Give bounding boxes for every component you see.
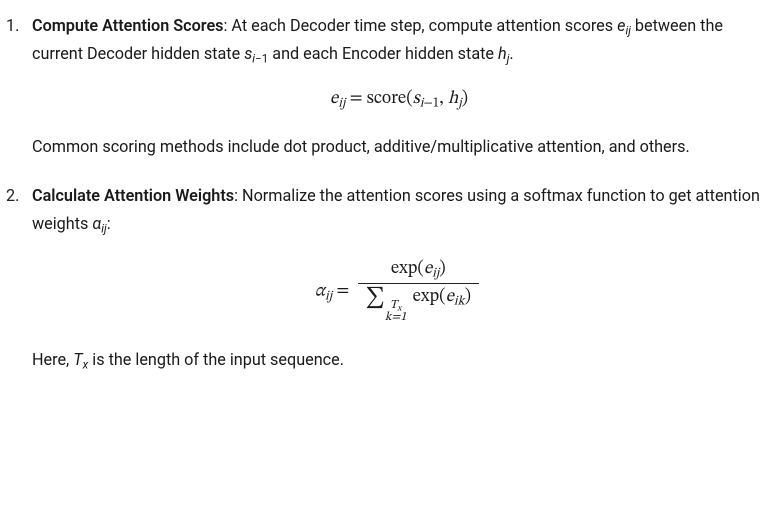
var-h: h bbox=[498, 44, 507, 63]
eq2-alpha: α bbox=[315, 283, 325, 301]
step-1-number: 1. bbox=[6, 12, 19, 40]
eq1-s-sub: i−1 bbox=[420, 98, 439, 111]
ordered-steps: 1. Compute Attention Scores: At each Dec… bbox=[6, 12, 766, 374]
eq2-close-d: ) bbox=[465, 288, 471, 306]
eq2-exp-n: exp bbox=[391, 260, 417, 278]
var-Tx-T: T bbox=[73, 350, 82, 369]
step-1-title: Compute Attention Scores bbox=[32, 16, 223, 35]
eq2-sum-sup: Tx bbox=[385, 299, 407, 312]
step-2-number: 2. bbox=[6, 182, 19, 210]
step-2-after: Here, Tx is the length of the input sequ… bbox=[32, 346, 766, 374]
eq2-sum-sub: k=1 bbox=[385, 311, 407, 324]
sigma-icon: ∑ bbox=[366, 287, 385, 308]
step-1-intro: Compute Attention Scores: At each Decode… bbox=[32, 12, 766, 67]
step-1-text-c: and each Encoder hidden state bbox=[268, 44, 498, 63]
eq1-s-sub-m1: −1 bbox=[423, 98, 439, 111]
eq2-sum-limits: Txk=1 bbox=[385, 299, 407, 325]
eq2-e-n: e bbox=[424, 260, 432, 278]
eq2-fraction: exp(eij) ∑Txk=1 exp(eik) bbox=[358, 259, 480, 324]
step-2-after-b: is the length of the input sequence. bbox=[88, 350, 344, 369]
step-2: 2. Calculate Attention Weights: Normaliz… bbox=[6, 182, 766, 374]
eq1-e: e bbox=[330, 90, 338, 108]
eq1-comma: , bbox=[439, 90, 448, 108]
equation-1: eij = score(si−1, hj) bbox=[32, 89, 766, 111]
var-alpha: α bbox=[92, 214, 101, 233]
eq1-close: ) bbox=[462, 90, 468, 108]
eq2-e-d-sub: ik bbox=[454, 295, 465, 308]
eq1-s: s bbox=[413, 90, 420, 108]
eq2-exp-d: exp bbox=[413, 288, 439, 306]
step-1-text-d: . bbox=[509, 44, 513, 63]
eq2-eq: = bbox=[332, 283, 353, 301]
sub-minus-1: −1 bbox=[255, 51, 268, 65]
step-2-title: Calculate Attention Weights bbox=[32, 186, 234, 205]
eq2-denominator: ∑Txk=1 exp(eik) bbox=[358, 284, 480, 324]
eq2-close-n: ) bbox=[439, 260, 445, 278]
step-2-intro: Calculate Attention Weights: Normalize t… bbox=[32, 182, 766, 237]
step-1-after: Common scoring methods include dot produ… bbox=[32, 133, 766, 161]
eq1-eq: = bbox=[345, 90, 366, 108]
step-1-text-a: : At each Decoder time step, compute att… bbox=[223, 16, 617, 35]
sub-i-minus-1: i−1 bbox=[252, 51, 268, 65]
eq2-e-d: e bbox=[446, 288, 454, 306]
eq2-numerator: exp(eij) bbox=[358, 259, 480, 284]
equation-2: αij = exp(eij) ∑Txk=1 exp(eik) bbox=[32, 259, 766, 324]
step-1: 1. Compute Attention Scores: At each Dec… bbox=[6, 12, 766, 160]
step-2-text-b: : bbox=[107, 214, 111, 233]
eq1-score: score bbox=[367, 90, 406, 108]
eq1-h: h bbox=[448, 90, 458, 108]
document-body: 1. Compute Attention Scores: At each Dec… bbox=[0, 0, 772, 374]
eq2-sum-sub-text: k=1 bbox=[385, 311, 407, 323]
step-2-after-a: Here, bbox=[32, 350, 73, 369]
